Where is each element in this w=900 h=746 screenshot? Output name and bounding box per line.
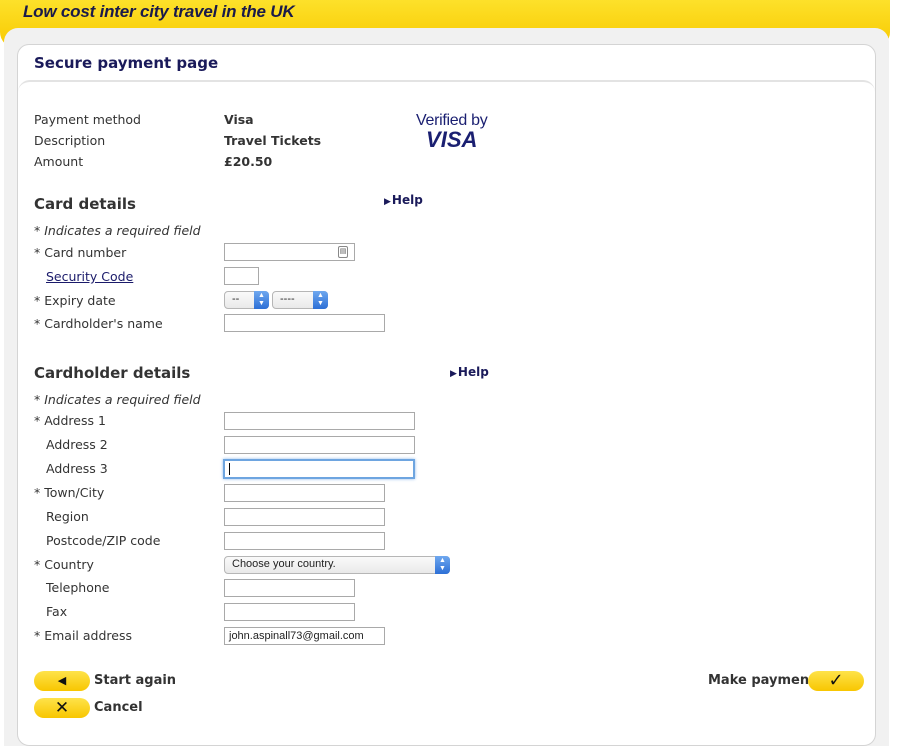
description-value: Travel Tickets <box>224 133 322 148</box>
help-label: Help <box>391 193 423 207</box>
region-input[interactable] <box>224 508 385 526</box>
cardholder-details-heading: Cardholder details <box>34 364 191 382</box>
page-title: Secure payment page <box>34 54 219 72</box>
expiry-month-select[interactable]: -- ▲ ▼ <box>224 291 269 309</box>
fax-input[interactable] <box>224 603 355 621</box>
country-label: * Country <box>34 557 94 572</box>
title-divider <box>18 80 875 95</box>
x-icon: ✕ <box>54 698 70 718</box>
select-arrows-icon: ▲ ▼ <box>313 291 328 309</box>
expiry-year-select[interactable]: ---- ▲ ▼ <box>272 291 328 309</box>
arrow-left-icon: ◀ <box>57 674 67 687</box>
postcode-input[interactable] <box>224 532 385 550</box>
card-number-label: * Card number <box>34 245 127 260</box>
card-details-help-link[interactable]: ▶Help <box>384 193 423 207</box>
country-value: Choose your country. <box>232 558 336 570</box>
address2-label: Address 2 <box>46 437 108 452</box>
card-autofill-icon: ▤ <box>338 246 348 258</box>
site-tagline: Low cost inter city travel in the UK <box>23 2 295 21</box>
cardholder-name-label: * Cardholder's name <box>34 316 163 331</box>
email-value: john.aspinall73@gmail.com <box>229 630 364 642</box>
required-field-note: * Indicates a required field <box>34 392 201 407</box>
select-arrows-icon: ▲ ▼ <box>435 556 450 574</box>
start-again-label[interactable]: Start again <box>94 673 176 688</box>
amount-label: Amount <box>34 154 84 169</box>
triangle-right-icon: ▶ <box>384 197 391 207</box>
address2-input[interactable] <box>224 436 415 454</box>
postcode-label: Postcode/ZIP code <box>46 533 161 548</box>
region-label: Region <box>46 509 89 524</box>
cardholder-details-help-link[interactable]: ▶Help <box>450 365 489 379</box>
address3-input[interactable] <box>223 459 415 479</box>
description-label: Description <box>34 133 106 148</box>
fax-label: Fax <box>46 604 68 619</box>
start-again-button[interactable]: ◀ <box>34 671 90 691</box>
checkmark-icon: ✓ <box>828 670 844 691</box>
expiry-year-value: ---- <box>280 293 295 305</box>
security-code-input[interactable] <box>224 267 259 285</box>
telephone-label: Telephone <box>46 580 110 595</box>
email-label: * Email address <box>34 628 132 643</box>
town-city-label: * Town/City <box>34 485 105 500</box>
triangle-right-icon: ▶ <box>450 369 457 379</box>
security-code-link[interactable]: Security Code <box>46 269 133 284</box>
select-arrows-icon: ▲ ▼ <box>254 291 269 309</box>
help-label: Help <box>457 365 489 379</box>
required-field-note: * Indicates a required field <box>34 223 201 238</box>
expiry-month-value: -- <box>232 293 240 305</box>
email-input[interactable]: john.aspinall73@gmail.com <box>224 627 385 645</box>
make-payment-label[interactable]: Make payment <box>708 673 815 688</box>
amount-value: £20.50 <box>224 154 273 169</box>
town-city-input[interactable] <box>224 484 385 502</box>
telephone-input[interactable] <box>224 579 355 597</box>
visa-logo-line2: VISA <box>426 127 478 152</box>
card-number-input[interactable]: ▤ <box>224 243 355 261</box>
card-details-heading: Card details <box>34 195 136 213</box>
payment-method-value: Visa <box>224 112 254 127</box>
payment-method-label: Payment method <box>34 112 141 127</box>
expiry-date-label: * Expiry date <box>34 293 116 308</box>
make-payment-button[interactable]: ✓ <box>808 671 864 691</box>
address1-input[interactable] <box>224 412 415 430</box>
cancel-label[interactable]: Cancel <box>94 700 143 715</box>
cancel-button[interactable]: ✕ <box>34 698 90 718</box>
country-select[interactable]: Choose your country. ▲ ▼ <box>224 556 450 574</box>
address3-label: Address 3 <box>46 461 108 476</box>
text-cursor <box>229 463 230 475</box>
address1-label: * Address 1 <box>34 413 106 428</box>
verified-by-visa-logo: Verified by VISA <box>416 112 488 152</box>
cardholder-name-input[interactable] <box>224 314 385 332</box>
